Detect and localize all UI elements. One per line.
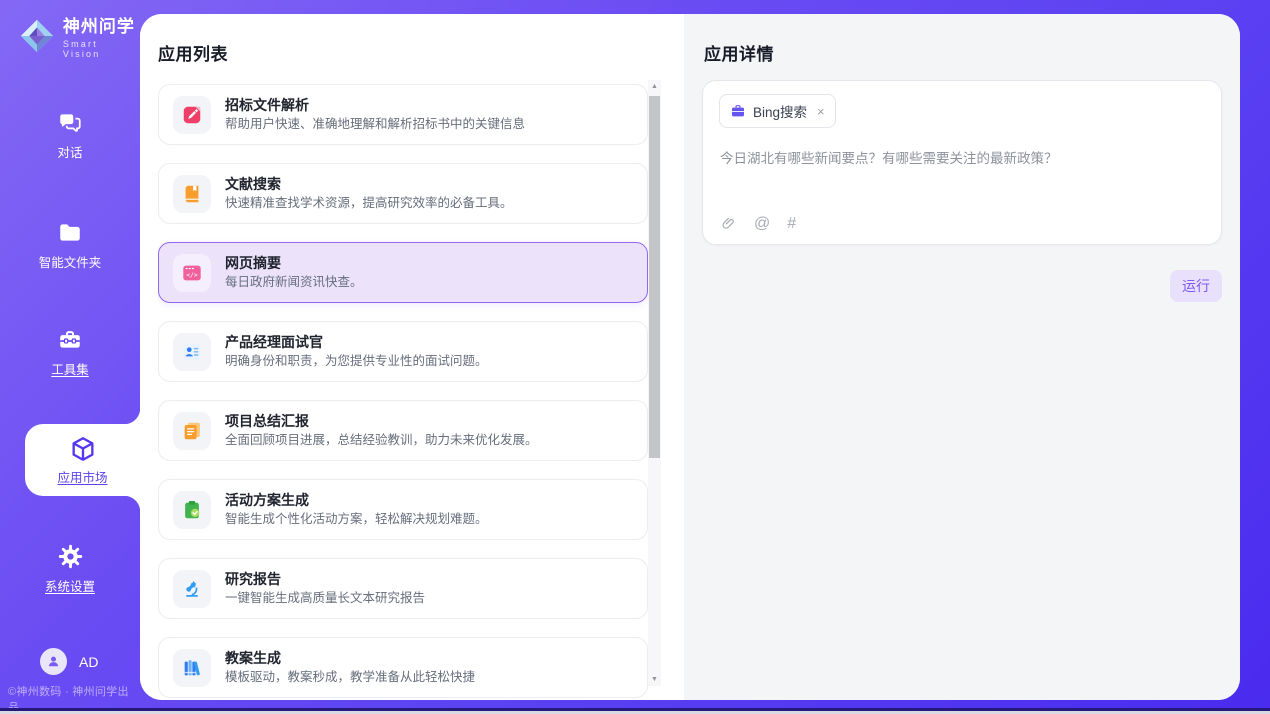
book-search-icon	[181, 183, 203, 205]
main-content: 应用列表 招标文件解析 帮助用户快速、准确地理解和解析招标书中的关键信息	[140, 14, 1240, 700]
svg-text:</>: </>	[186, 271, 198, 279]
composer-toolbar: @ #	[720, 215, 796, 232]
research-microscope-icon	[181, 578, 203, 600]
scrollbar-up-arrow[interactable]: ▲	[648, 83, 661, 90]
app-icon-tile	[173, 570, 211, 608]
app-icon-tile	[173, 175, 211, 213]
app-card-pm-interviewer[interactable]: 产品经理面试官 明确身份和职责，为您提供专业性的面试问题。	[158, 321, 648, 382]
sidebar-item-chat[interactable]: 对话	[0, 110, 140, 161]
app-card-title: 产品经理面试官	[225, 334, 488, 351]
app-list-panel: 应用列表 招标文件解析 帮助用户快速、准确地理解和解析招标书中的关键信息	[140, 14, 684, 700]
app-icon-tile	[173, 96, 211, 134]
app-window: 神州问学 Smart Vision 对话 智能文件夹	[0, 0, 1270, 714]
app-card-bid-parsing[interactable]: 招标文件解析 帮助用户快速、准确地理解和解析招标书中的关键信息	[158, 84, 648, 145]
tool-chip-bing-search[interactable]: Bing搜索 ×	[719, 94, 836, 128]
brand-subtitle: Smart Vision	[63, 39, 140, 59]
app-card-title: 项目总结汇报	[225, 413, 538, 430]
person-icon	[46, 654, 61, 669]
toolbox-icon	[57, 327, 83, 353]
app-card-title: 文献搜索	[225, 176, 513, 193]
app-icon-tile	[173, 412, 211, 450]
sidebar-item-label: 工具集	[51, 359, 89, 378]
chip-close-icon[interactable]: ×	[817, 104, 825, 119]
prompt-text-input[interactable]: 今日湖北有哪些新闻要点？有哪些需要关注的最新政策？	[720, 147, 1200, 167]
app-card-desc: 每日政府新闻资讯快查。	[225, 275, 363, 290]
app-icon-tile	[173, 649, 211, 687]
app-icon-tile	[173, 491, 211, 529]
scrollbar-thumb[interactable]	[649, 96, 660, 458]
app-card-title: 研究报告	[225, 571, 425, 588]
app-card-title: 教案生成	[225, 650, 475, 667]
app-card-desc: 明确身份和职责，为您提供专业性的面试问题。	[225, 354, 488, 369]
cube-icon	[69, 435, 97, 463]
diamond-logo-icon	[18, 17, 56, 55]
brand-text: 神州问学 Smart Vision	[63, 12, 140, 59]
report-notepad-icon	[181, 420, 203, 442]
app-card-desc: 模板驱动，教案秒成，教学准备从此轻松快捷	[225, 670, 475, 685]
paperclip-icon[interactable]	[720, 215, 737, 232]
prompt-input-card[interactable]: Bing搜索 × 今日湖北有哪些新闻要点？有哪些需要关注的最新政策？ @ #	[702, 80, 1222, 245]
app-card-title: 活动方案生成	[225, 492, 488, 509]
app-card-event-plan[interactable]: 活动方案生成 智能生成个性化活动方案，轻松解决规划难题。	[158, 479, 648, 540]
app-icon-tile: </>	[173, 254, 211, 292]
app-card-list: 招标文件解析 帮助用户快速、准确地理解和解析招标书中的关键信息 文献搜索	[158, 84, 648, 700]
sidebar-item-smart-folder[interactable]: 智能文件夹	[0, 220, 140, 271]
app-card-webpage-summary[interactable]: </> 网页摘要 每日政府新闻资讯快查。	[158, 242, 648, 303]
interviewer-icon	[181, 341, 203, 363]
brand-logo: 神州问学 Smart Vision	[18, 12, 140, 59]
app-card-project-summary[interactable]: 项目总结汇报 全面回顾项目进展，总结经验教训，助力未来优化发展。	[158, 400, 648, 461]
gear-icon	[57, 543, 84, 570]
app-card-title: 网页摘要	[225, 255, 363, 272]
sidebar-item-app-market-selected[interactable]: 应用市场	[25, 424, 140, 496]
folder-icon	[57, 220, 83, 246]
sidebar-item-toolset[interactable]: 工具集	[0, 327, 140, 378]
sidebar: 神州问学 Smart Vision 对话 智能文件夹	[0, 0, 140, 714]
document-edit-icon	[181, 104, 203, 126]
app-icon-tile	[173, 333, 211, 371]
scrollbar-down-arrow[interactable]: ▼	[648, 676, 661, 683]
app-list-title: 应用列表	[158, 40, 228, 65]
app-card-desc: 帮助用户快速、准确地理解和解析招标书中的关键信息	[225, 117, 525, 132]
sidebar-item-label: 对话	[57, 142, 82, 161]
user-account[interactable]: AD	[40, 648, 98, 675]
app-card-literature-search[interactable]: 文献搜索 快速精准查找学术资源，提高研究效率的必备工具。	[158, 163, 648, 224]
app-card-research-report[interactable]: 研究报告 一键智能生成高质量长文本研究报告	[158, 558, 648, 619]
sidebar-item-settings[interactable]: 系统设置	[0, 543, 140, 595]
brand-title: 神州问学	[63, 12, 140, 37]
sidebar-item-label: 应用市场	[57, 467, 107, 486]
tool-chip-label: Bing搜索	[753, 101, 807, 121]
app-card-lesson-plan[interactable]: 教案生成 模板驱动，教案秒成，教学准备从此轻松快捷	[158, 637, 648, 698]
app-card-desc: 全面回顾项目进展，总结经验教训，助力未来优化发展。	[225, 433, 538, 448]
webpage-summary-icon: </>	[181, 262, 203, 284]
plan-clipboard-icon	[181, 499, 203, 521]
app-card-desc: 智能生成个性化活动方案，轻松解决规划难题。	[225, 512, 488, 527]
hashtag-icon[interactable]: #	[787, 216, 796, 232]
list-scrollbar[interactable]: ▲ ▼	[648, 80, 661, 686]
chat-icon	[57, 110, 83, 136]
sidebar-item-label: 系统设置	[45, 576, 95, 595]
app-detail-title: 应用详情	[704, 40, 774, 65]
sidebar-item-label: 智能文件夹	[39, 252, 102, 271]
lesson-books-icon	[181, 657, 203, 679]
app-card-title: 招标文件解析	[225, 97, 525, 114]
briefcase-icon	[730, 103, 746, 119]
avatar	[40, 648, 67, 675]
app-detail-panel: 应用详情 Bing搜索 × 今日湖北有哪些新闻要点？有哪些需要关注的最新政策？	[684, 14, 1240, 700]
user-initials: AD	[79, 654, 98, 670]
mention-icon[interactable]: @	[754, 216, 770, 232]
app-card-desc: 一键智能生成高质量长文本研究报告	[225, 591, 425, 606]
app-card-desc: 快速精准查找学术资源，提高研究效率的必备工具。	[225, 196, 513, 211]
run-button[interactable]: 运行	[1170, 270, 1222, 302]
